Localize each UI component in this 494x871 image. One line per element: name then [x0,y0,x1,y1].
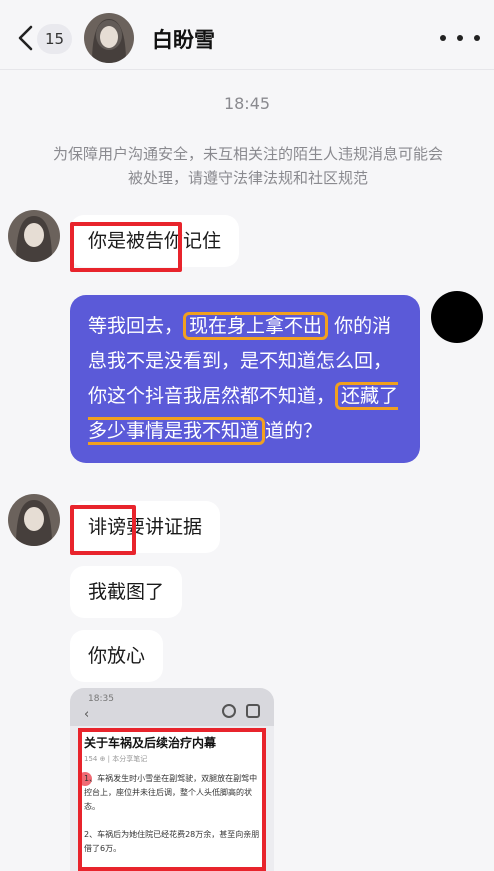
safety-notice: 为保障用户沟通安全，未互相关注的陌生人违规消息可能会被处理，请遵守法律法规和社区… [52,145,443,187]
attachment-share-icon [222,704,236,718]
red-highlight-box [70,505,136,555]
attachment-menu-icon [246,704,260,718]
my-avatar[interactable] [431,291,483,343]
chat-header: 15 白盼雪 [0,0,494,70]
more-options-button[interactable] [440,26,480,50]
red-highlight-box [78,728,266,871]
message-bubble[interactable]: 你放心 [70,630,164,682]
red-highlight-box [70,222,182,272]
more-dot [457,35,463,41]
message-bubble[interactable]: 我截图了 [70,566,183,618]
message-text: 等我回去， [88,315,184,337]
unread-count-badge: 15 [37,24,73,54]
attachment-back-icon: ‹ [84,707,90,722]
chevron-left-icon [18,25,33,51]
more-dot [474,35,480,41]
sender-avatar[interactable] [8,210,60,262]
yellow-highlight-phrase: 现在身上拿不出 [183,312,329,340]
contact-name[interactable]: 白盼雪 [152,24,215,54]
attachment-status-time: 18:35 [88,694,114,704]
message-timestamp: 18:45 [223,94,271,113]
my-message-bubble[interactable]: 等我回去， 现在身上拿不出 你的消息我不是没看到，是不知道怎么回，你这个抖音我居然… [70,295,420,463]
contact-avatar[interactable] [84,13,134,63]
more-dots-icon [440,35,446,41]
back-button[interactable] [12,20,40,56]
sender-avatar[interactable] [8,494,60,546]
image-attachment[interactable]: 18:35 ‹ 关于车祸及后续治疗内幕 154 ⊕ | 本分享笔记 1、车祸发生… [70,688,274,871]
message-text: 道的？ [265,420,323,442]
